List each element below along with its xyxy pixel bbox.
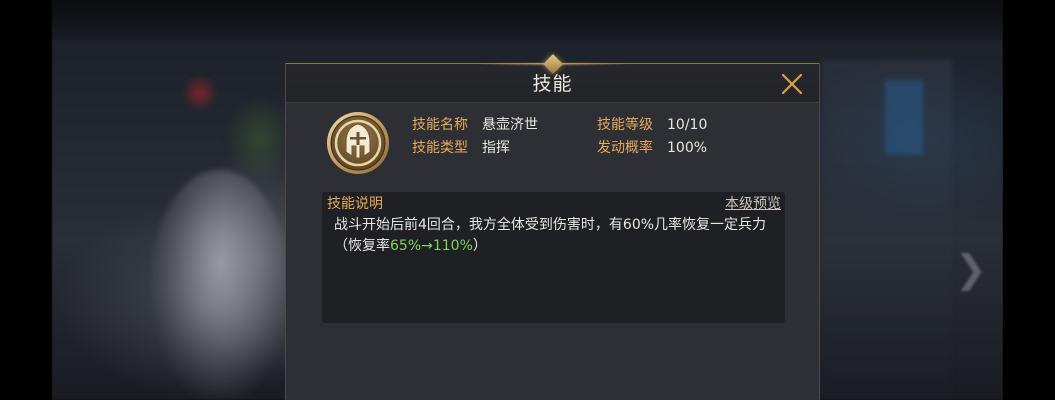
letterbox-left	[0, 0, 52, 400]
skill-level-row: 技能等级 10/10	[597, 115, 777, 135]
background-lantern	[182, 75, 218, 111]
background-character	[150, 170, 290, 400]
trigger-rate-row: 发动概率 100%	[597, 138, 777, 158]
recovery-rate-highlight: 65%→110%	[390, 238, 473, 254]
trigger-rate-value: 100%	[667, 140, 708, 156]
background-top-bar	[52, 0, 1003, 40]
description-label: 技能说明	[327, 196, 383, 212]
skill-description-box: 技能说明 本级预览 战斗开始后前4回合，我方全体受到伤害时，有60%几率恢复一定…	[322, 192, 785, 323]
description-text: 战斗开始后前4回合，我方全体受到伤害时，有60%几率恢复一定兵力（恢复率65%→…	[334, 215, 774, 257]
knight-helmet-icon[interactable]	[325, 110, 391, 176]
trigger-rate-label: 发动概率	[597, 140, 653, 156]
skill-level-label: 技能等级	[597, 117, 653, 133]
close-button[interactable]	[781, 73, 803, 95]
skill-name-row: 技能名称 悬壶济世	[412, 115, 592, 135]
skill-type-row: 技能类型 指挥	[412, 138, 592, 158]
dialog-header: 技能	[286, 54, 819, 103]
skill-level-value: 10/10	[667, 117, 708, 133]
skill-name-label: 技能名称	[412, 117, 468, 133]
letterbox-right	[1003, 0, 1055, 400]
background-arrow-icon: ❯	[955, 247, 987, 291]
dialog-title: 技能	[532, 73, 573, 95]
skill-type-label: 技能类型	[412, 140, 468, 156]
skill-type-value: 指挥	[482, 140, 510, 156]
close-icon	[781, 73, 803, 95]
background-card	[885, 80, 923, 155]
level-preview-link[interactable]: 本级预览	[725, 194, 781, 214]
game-screen: ❯ 技能 技能名称 悬壶济世 技能类型 指挥 技能等级 10/10 发动概率 1…	[0, 0, 1055, 400]
description-end-text: ）	[472, 238, 487, 254]
skill-dialog: 技能 技能名称 悬壶济世 技能类型 指挥 技能等级 10/10 发动概率 100…	[285, 54, 820, 400]
skill-name-value: 悬壶济世	[482, 117, 538, 133]
